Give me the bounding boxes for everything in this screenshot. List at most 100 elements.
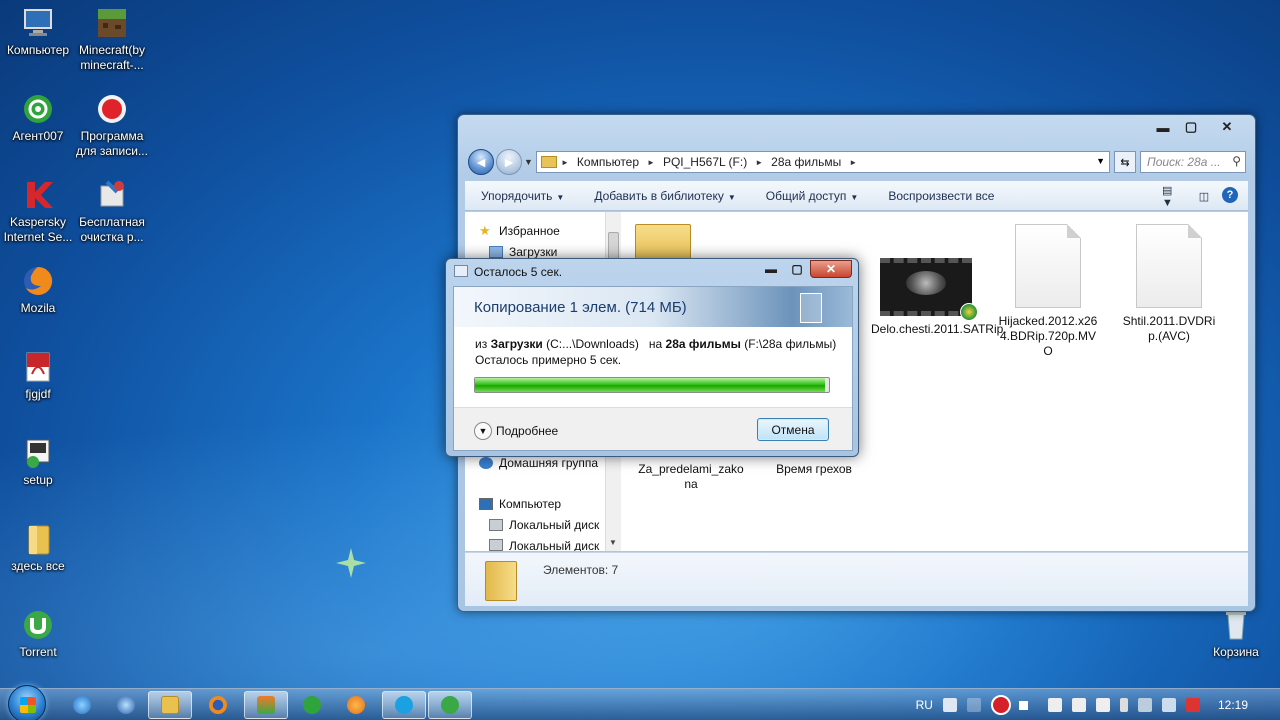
nav-downloads-label: Загрузки xyxy=(509,245,558,259)
volume-icon[interactable] xyxy=(1161,698,1176,712)
taskbar-globe[interactable] xyxy=(104,691,148,719)
breadcrumb-separator-icon[interactable]: ► xyxy=(561,158,569,167)
record-pause-icon[interactable] xyxy=(990,695,1011,715)
taskbar-skype[interactable] xyxy=(382,691,426,719)
breadcrumb-folder[interactable]: 28а фильмы xyxy=(771,155,841,169)
back-button[interactable]: ◄ xyxy=(468,149,494,175)
more-details-label: Подробнее xyxy=(496,424,559,438)
source-link[interactable]: Загрузки xyxy=(491,337,543,351)
file-item[interactable]: Время грехов xyxy=(759,462,869,477)
desktop-icon-minecraft[interactable]: Minecraft(by minecraft-... xyxy=(74,6,150,73)
desktop-icon-recorder[interactable]: Программа для записи... xyxy=(74,92,150,159)
nav-homegroup-label: Домашняя группа xyxy=(499,456,599,470)
share-button[interactable]: Общий доступ ▼ xyxy=(750,189,859,203)
desktop-icon-recycle-bin[interactable]: Корзина xyxy=(1198,608,1274,660)
chevron-up-icon[interactable] xyxy=(966,698,981,712)
taskbar-agent[interactable] xyxy=(290,691,334,719)
chevron-down-icon: ▼ xyxy=(474,422,492,440)
file-item[interactable]: Za_predelami_zakona xyxy=(636,462,746,492)
nav-item-favorites[interactable]: ★ Избранное xyxy=(479,224,560,238)
clock[interactable]: 12:19 xyxy=(1218,698,1248,712)
breadcrumb-separator-icon[interactable]: ► xyxy=(755,158,763,167)
minimize-button[interactable]: ▬ xyxy=(758,260,784,278)
add-to-library-button[interactable]: Добавить в библиотеку ▼ xyxy=(578,189,735,203)
file-item[interactable]: Delo.chesti.2011.SATRip. xyxy=(871,252,1007,337)
battery-icon[interactable] xyxy=(1119,698,1128,712)
file-item[interactable]: Shtil.2011.DVDRip.(AVC) xyxy=(1119,224,1219,344)
file-item[interactable]: Hijacked.2012.x264.BDRip.720p.MVO xyxy=(998,224,1098,359)
help-icon[interactable]: ? xyxy=(1222,187,1238,203)
desktop-icon-folder[interactable]: здесь все xyxy=(0,522,76,574)
search-placeholder: Поиск: 28а ... xyxy=(1147,155,1221,169)
dialog-footer: ▼ Подробнее Отмена xyxy=(454,407,852,450)
close-button[interactable]: ✕ xyxy=(1205,117,1249,137)
desktop-icon-firefox[interactable]: Mozila xyxy=(0,264,76,316)
keyboard-icon[interactable] xyxy=(942,698,957,712)
nav-item-homegroup[interactable]: Домашняя группа xyxy=(479,456,605,470)
desktop-icon-kaspersky[interactable]: Kaspersky Internet Se... xyxy=(0,178,76,245)
globe-icon xyxy=(117,696,135,714)
start-button[interactable] xyxy=(8,685,46,720)
copy-progress-dialog[interactable]: Осталось 5 сек. ▬ ▢ ✕ Копирование 1 элем… xyxy=(445,258,859,457)
window-icon[interactable] xyxy=(1095,698,1110,712)
breadcrumb-separator-icon[interactable]: ► xyxy=(849,158,857,167)
breadcrumb-separator-icon[interactable]: ► xyxy=(647,158,655,167)
desktop-icon-setup[interactable]: setup xyxy=(0,436,76,488)
forward-button[interactable]: ► xyxy=(496,149,522,175)
windows-logo-icon xyxy=(20,697,36,713)
breadcrumb-drive[interactable]: PQI_H567L (F:) xyxy=(663,155,747,169)
computer-icon xyxy=(21,6,55,40)
preview-pane-icon[interactable]: ◫ xyxy=(1192,187,1216,205)
maximize-button[interactable]: ▢ xyxy=(784,260,810,278)
folder-icon xyxy=(21,522,55,556)
progress-fill xyxy=(475,378,826,392)
refresh-button[interactable]: ⇆ xyxy=(1114,151,1136,173)
dialog-body: Копирование 1 элем. (714 МБ) из Загрузки… xyxy=(453,286,853,451)
close-button[interactable]: ✕ xyxy=(810,260,852,278)
language-indicator[interactable]: RU xyxy=(916,698,933,712)
chevron-down-icon[interactable]: ▼ xyxy=(1096,156,1105,166)
taskbar-cleaner[interactable] xyxy=(244,691,288,719)
destination-link[interactable]: 28а фильмы xyxy=(666,337,741,351)
nav-item-downloads[interactable]: Загрузки xyxy=(489,245,557,259)
search-input[interactable]: Поиск: 28а ... ⚲ xyxy=(1140,151,1246,173)
desktop-icon-agent[interactable]: Агент007 xyxy=(0,92,76,144)
utorrent-icon xyxy=(441,696,459,714)
taskbar-firefox[interactable] xyxy=(196,691,240,719)
document-decoration-icon xyxy=(800,293,822,323)
nav-item-local-disk-2[interactable]: Локальный диск xyxy=(489,539,605,551)
recent-pages-chevron-icon[interactable]: ▼ xyxy=(524,157,533,167)
cancel-button[interactable]: Отмена xyxy=(757,418,829,441)
stop-icon[interactable] xyxy=(1018,700,1028,710)
address-bar[interactable]: ► Компьютер ► PQI_H567L (F:) ► 28а фильм… xyxy=(536,151,1110,173)
system-tray: RU 12:19 xyxy=(916,689,1280,720)
folder-item-hidden[interactable] xyxy=(635,218,695,258)
taskbar-media-player[interactable] xyxy=(334,691,378,719)
desktop-icon-computer[interactable]: Компьютер xyxy=(0,6,76,58)
desktop-icon-torrent[interactable]: Torrent xyxy=(0,608,76,660)
breadcrumb-computer[interactable]: Компьютер xyxy=(577,155,639,169)
desktop-icon-fjgjdf[interactable]: fjgjdf xyxy=(0,350,76,402)
nav-item-local-disk-1[interactable]: Локальный диск xyxy=(489,518,605,532)
maximize-button[interactable]: ▢ xyxy=(1177,117,1205,137)
pdf-icon xyxy=(21,350,55,384)
taskbar-ie[interactable] xyxy=(60,691,104,719)
network-icon[interactable] xyxy=(1137,698,1152,712)
minimize-button[interactable]: ▬ xyxy=(1149,117,1177,137)
desktop-icon-cleaner[interactable]: Бесплатная очистка р... xyxy=(74,178,150,245)
taskbar-utorrent[interactable] xyxy=(428,691,472,719)
organize-button[interactable]: Упорядочить ▼ xyxy=(465,189,564,203)
document-icon xyxy=(1015,224,1081,308)
change-view-icon[interactable]: ▤ ▼ xyxy=(1162,185,1186,209)
taskbar-explorer[interactable] xyxy=(148,691,192,719)
nav-item-computer[interactable]: Компьютер xyxy=(479,497,561,511)
video-thumbnail-icon xyxy=(880,258,978,321)
more-details-toggle[interactable]: ▼ Подробнее xyxy=(474,422,558,440)
camera-icon[interactable] xyxy=(1047,698,1062,712)
play-all-button[interactable]: Воспроизвести все xyxy=(872,189,994,203)
flag-icon[interactable] xyxy=(1185,698,1200,712)
mute-mic-icon[interactable] xyxy=(1071,698,1086,712)
add-library-label: Добавить в библиотеку xyxy=(594,188,724,203)
scroll-down-icon[interactable]: ▼ xyxy=(609,538,617,547)
chevron-down-icon: ▼ xyxy=(850,192,859,202)
